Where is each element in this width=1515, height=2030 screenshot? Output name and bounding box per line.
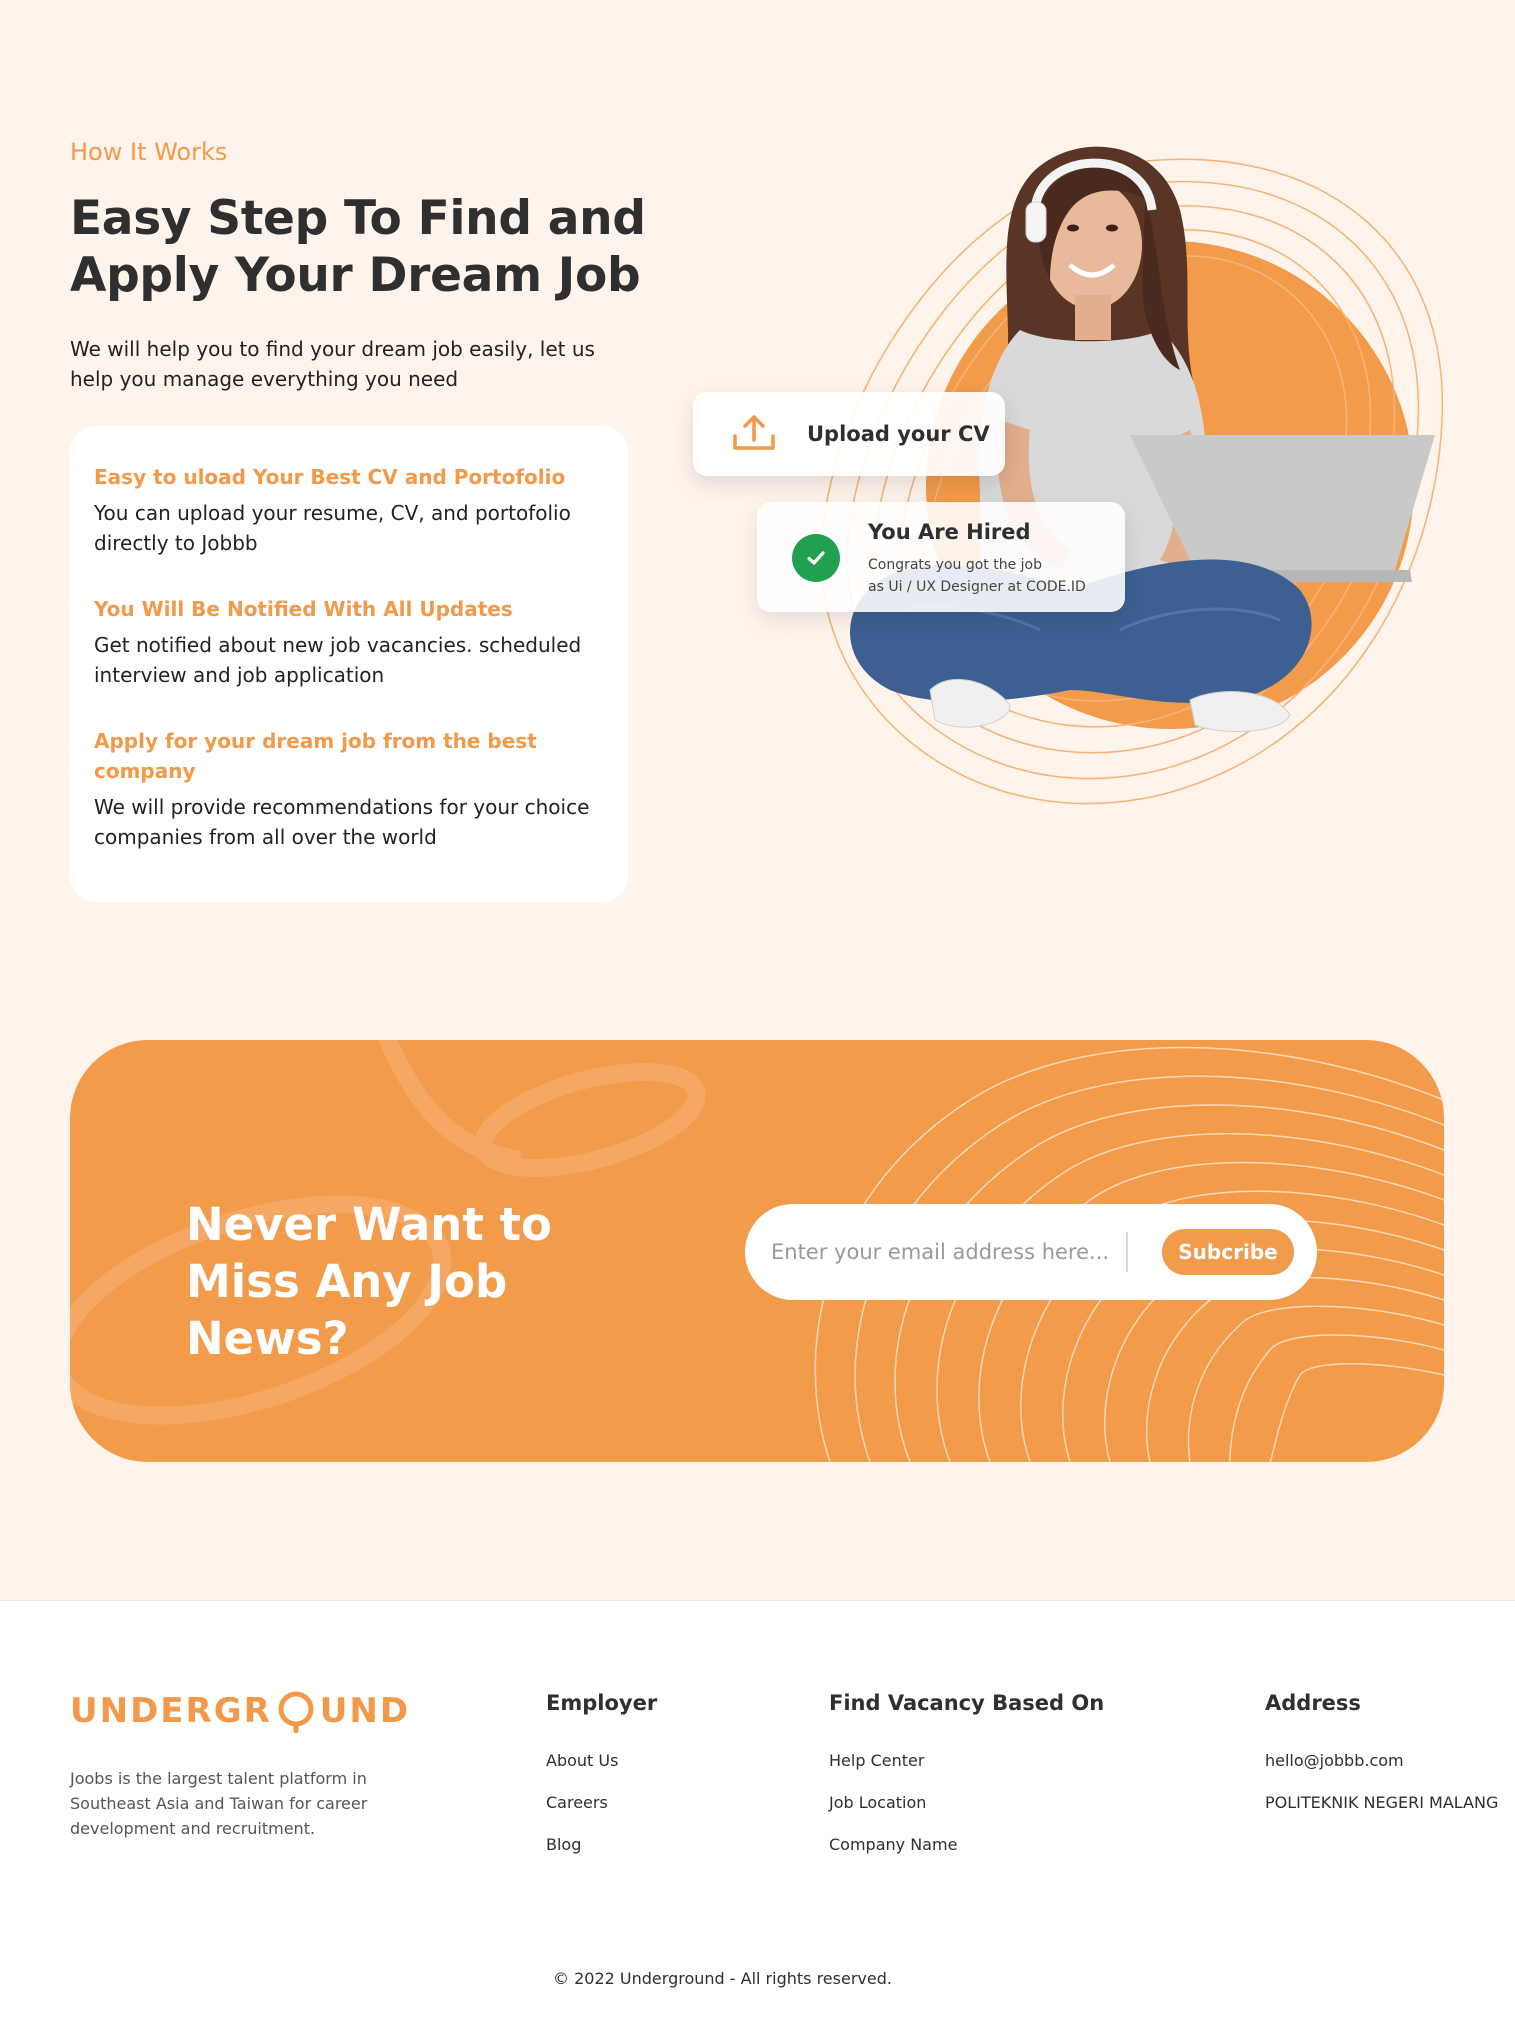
- footer-column-find-vacancy: Find Vacancy Based On Help Center Job Lo…: [829, 1691, 1104, 1875]
- feature-item: Easy to uload Your Best CV and Portofoli…: [94, 462, 604, 558]
- hired-notification-card: You Are Hired Congrats you got the job a…: [757, 502, 1125, 612]
- check-icon: [792, 534, 840, 582]
- hired-subtitle-line: as Ui / UX Designer at CODE.ID: [868, 579, 1086, 595]
- footer-link-careers[interactable]: Careers: [546, 1791, 657, 1814]
- hired-title: You Are Hired: [868, 520, 1031, 544]
- subscribe-form: Subcribe: [745, 1204, 1317, 1300]
- brand-name-part: UNDERGR: [70, 1691, 272, 1731]
- how-it-works-section: How It Works Easy Step To Find and Apply…: [0, 0, 1515, 1600]
- upload-cv-label: Upload your CV: [807, 422, 990, 446]
- feature-item: You Will Be Notified With All Updates Ge…: [94, 594, 604, 690]
- magnifier-logo-icon: [278, 1691, 314, 1733]
- hero-illustration: [690, 130, 1470, 850]
- feature-title: Apply for your dream job from the best c…: [94, 729, 537, 783]
- feature-description: We will provide recommendations for your…: [94, 795, 590, 849]
- hired-subtitle-line: Congrats you got the job: [868, 557, 1043, 573]
- section-eyebrow: How It Works: [70, 138, 228, 166]
- footer-link-help-center[interactable]: Help Center: [829, 1749, 1104, 1772]
- feature-title: You Will Be Notified With All Updates: [94, 597, 513, 621]
- features-card: Easy to uload Your Best CV and Portofoli…: [70, 426, 628, 902]
- footer-link-job-location[interactable]: Job Location: [829, 1791, 1104, 1814]
- footer-column-title: Employer: [546, 1691, 658, 1715]
- newsletter-title: Never Want to Miss Any Job News?: [186, 1198, 552, 1365]
- footer-link-about-us[interactable]: About Us: [546, 1749, 657, 1772]
- upload-cv-card[interactable]: Upload your CV: [693, 392, 1005, 476]
- woman-with-laptop-illustration: [850, 146, 1435, 732]
- footer-column-title: Address: [1265, 1691, 1361, 1715]
- brand-description: Joobs is the largest talent platform in …: [70, 1769, 368, 1838]
- footer-address-text: POLITEKNIK NEGERI MALANG: [1265, 1793, 1499, 1812]
- feature-description: You can upload your resume, CV, and port…: [94, 501, 571, 555]
- input-divider: [1126, 1232, 1128, 1272]
- subscribe-button[interactable]: Subcribe: [1162, 1229, 1294, 1275]
- footer-column-employer: Employer About Us Careers Blog: [546, 1691, 657, 1875]
- footer-email-link[interactable]: hello@jobbb.com: [1265, 1749, 1498, 1772]
- feature-item: Apply for your dream job from the best c…: [94, 726, 604, 852]
- footer-column-address: Address hello@jobbb.com POLITEKNIK NEGER…: [1265, 1691, 1498, 1833]
- email-input[interactable]: [771, 1232, 1111, 1272]
- brand-name-part: UND: [319, 1691, 411, 1731]
- brand-logo[interactable]: UNDERGR UND: [70, 1689, 410, 1733]
- site-footer: UNDERGR UND Joobs is the largest talent …: [0, 1600, 1515, 2030]
- footer-link-blog[interactable]: Blog: [546, 1833, 657, 1856]
- feature-description: Get notified about new job vacancies. sc…: [94, 633, 582, 687]
- section-headline: Easy Step To Find and Apply Your Dream J…: [70, 191, 646, 303]
- section-intro: We will help you to find your dream job …: [70, 337, 595, 391]
- upload-icon: [733, 415, 775, 450]
- footer-link-company-name[interactable]: Company Name: [829, 1833, 1104, 1856]
- newsletter-banner: Never Want to Miss Any Job News? Subcrib…: [70, 1040, 1444, 1462]
- copyright-text: © 2022 Underground - All rights reserved…: [553, 1969, 892, 1988]
- footer-column-title: Find Vacancy Based On: [829, 1691, 1105, 1715]
- feature-title: Easy to uload Your Best CV and Portofoli…: [94, 465, 566, 489]
- hired-subtitle: Congrats you got the job as Ui / UX Desi…: [868, 554, 1086, 598]
